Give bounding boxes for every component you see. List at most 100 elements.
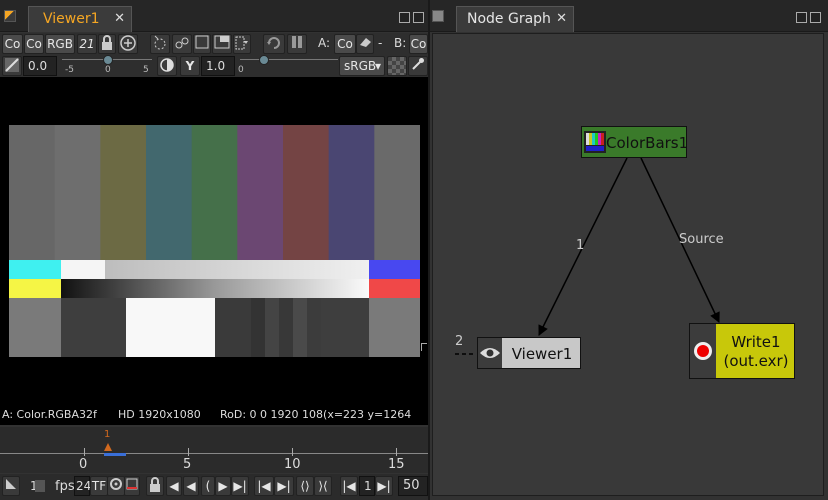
next-frame-icon[interactable]: ▶| xyxy=(375,476,393,496)
add-input-icon[interactable] xyxy=(118,34,138,54)
timeline-tick-15: 15 xyxy=(388,457,405,472)
maximize-pane-icon[interactable] xyxy=(810,12,821,23)
top-bar-8 xyxy=(374,125,420,260)
timeline-tick-5: 5 xyxy=(183,457,192,472)
frame-field[interactable]: 1 xyxy=(359,476,375,496)
loop-forward-icon[interactable]: ⟩⟨ xyxy=(314,476,332,496)
end-frame-field[interactable]: 50 xyxy=(398,476,428,496)
first-frame-icon[interactable] xyxy=(2,476,20,496)
previous-increment-icon[interactable]: |◀ xyxy=(254,476,274,496)
timeline[interactable]: 1 0 5 10 15 xyxy=(0,427,428,473)
fps-label: fps xyxy=(55,479,75,494)
pause-updates-icon[interactable] xyxy=(287,34,307,54)
frame-swatch-icon xyxy=(35,480,45,492)
gamma-slider-knob[interactable] xyxy=(259,55,269,65)
dash-label: - xyxy=(378,36,383,50)
viewer-input-number: 2 xyxy=(455,334,464,349)
lock-range-icon[interactable] xyxy=(146,476,164,496)
bottom-dark-1 xyxy=(61,298,126,357)
close-icon[interactable]: ✕ xyxy=(114,7,125,31)
maximize-pane-icon[interactable] xyxy=(413,12,424,23)
gamma-slider-track[interactable] xyxy=(240,59,338,60)
gain-field[interactable]: 0.0 xyxy=(23,56,57,76)
viewer-canvas[interactable] xyxy=(0,77,428,405)
node-graph-canvas[interactable]: 1 Source 2 ColorBars1 Viewer1 Write1 (ou… xyxy=(432,33,824,496)
float-pane-icon[interactable] xyxy=(399,12,410,23)
pane-menu-icon[interactable] xyxy=(4,10,16,22)
loop-back-icon[interactable]: ⟨⟩ xyxy=(296,476,314,496)
gamma-icon[interactable]: Y xyxy=(180,56,200,76)
roi-icon[interactable] xyxy=(150,34,170,54)
fps-field[interactable]: 24 xyxy=(74,476,91,496)
node-write1-filename: (out.exr) xyxy=(723,352,789,370)
float-pane-icon[interactable] xyxy=(796,12,807,23)
input-a-dropdown[interactable]: Co xyxy=(334,34,356,54)
top-bar-2 xyxy=(100,125,147,260)
timecode-toggle[interactable]: TF xyxy=(90,476,108,496)
colorbars-icon xyxy=(584,131,606,153)
proxy-icon[interactable] xyxy=(212,34,232,54)
node-graph-pane: Node Graph ✕ 1 Source 2 ColorBars1 Viewe… xyxy=(430,0,828,500)
image-corner-handle[interactable] xyxy=(421,343,427,351)
proxy-level-dropdown[interactable] xyxy=(233,34,251,54)
turbo-icon[interactable] xyxy=(107,476,125,496)
pluge-3 xyxy=(279,298,293,357)
layer-info: A: Color.RGBA32f xyxy=(2,408,97,421)
gain-tick-0: 0 xyxy=(105,65,111,75)
timeline-tick-mark-0 xyxy=(84,448,85,456)
node-viewer1-label: Viewer1 xyxy=(511,345,573,363)
gamma-field[interactable]: 1.0 xyxy=(201,56,235,76)
format-info: HD 1920x1080 xyxy=(118,408,201,421)
color-picker-icon[interactable] xyxy=(408,56,428,76)
clip-to-project-icon[interactable] xyxy=(172,34,192,54)
grey-ramp-top xyxy=(105,260,369,279)
viewer-toolbar-row1: Co Co RGB 21 A: Co - B: Co xyxy=(0,33,428,55)
frame-range-field[interactable]: 21 xyxy=(77,34,97,54)
refresh-icon[interactable] xyxy=(263,34,285,54)
lock-icon[interactable] xyxy=(98,34,116,54)
alpha-channel-dropdown[interactable]: Co xyxy=(24,34,44,54)
layer-dropdown[interactable]: Co xyxy=(2,34,23,54)
tab-viewer1[interactable]: Viewer1 ✕ xyxy=(28,6,132,32)
play-forward-icon[interactable]: ▶ xyxy=(215,476,231,496)
tab-node-graph[interactable]: Node Graph ✕ xyxy=(456,6,574,32)
step-back-icon[interactable]: ( xyxy=(201,476,215,496)
input-b-dropdown[interactable]: Co xyxy=(409,34,428,54)
close-icon[interactable]: ✕ xyxy=(556,7,567,31)
last-frame-icon[interactable]: ▶| xyxy=(231,476,249,496)
play-backward-icon[interactable]: ◀ xyxy=(183,476,199,496)
eraser-icon[interactable] xyxy=(356,34,374,54)
bottom-grey-left xyxy=(9,298,61,357)
playhead-icon[interactable] xyxy=(104,443,112,451)
pluge-1 xyxy=(251,298,265,357)
region-of-interest-icon[interactable] xyxy=(193,34,211,54)
gain-icon[interactable] xyxy=(2,56,22,76)
chevron-down-icon: ▾ xyxy=(374,59,381,73)
colorspace-value: sRGB xyxy=(344,59,377,73)
top-bar-3 xyxy=(146,125,193,260)
input-a-label: A: xyxy=(318,36,331,50)
top-bar-1 xyxy=(54,125,101,260)
gain-slider-knob[interactable] xyxy=(103,55,113,65)
previous-frame-icon[interactable]: |◀ xyxy=(340,476,358,496)
red-patch xyxy=(369,279,420,298)
edge-label-source: Source xyxy=(679,232,724,247)
bottom-white xyxy=(126,298,215,357)
auto-contrast-icon[interactable] xyxy=(157,56,177,76)
checkerboard-icon[interactable] xyxy=(387,56,407,76)
pane-menu-icon[interactable] xyxy=(432,10,444,22)
gain-tick-neg5: -5 xyxy=(65,65,74,75)
node-colorbars1[interactable]: ColorBars1 xyxy=(581,126,688,158)
colorspace-dropdown[interactable]: sRGB ▾ xyxy=(339,56,385,76)
display-channels-dropdown[interactable]: RGB xyxy=(45,34,75,54)
bottom-dark-3 xyxy=(321,298,369,357)
node-viewer1[interactable]: Viewer1 xyxy=(477,337,581,369)
playback-range-icon[interactable] xyxy=(124,476,140,496)
node-write1[interactable]: Write1 (out.exr) xyxy=(689,323,795,379)
bottom-dark-2 xyxy=(215,298,251,357)
next-increment-icon[interactable]: ▶| xyxy=(274,476,294,496)
luma-ramp xyxy=(61,279,369,298)
timeline-tick-10: 10 xyxy=(284,457,301,472)
previous-keyframe-icon[interactable]: ◀ xyxy=(166,476,182,496)
node-write1-label: Write1 xyxy=(731,333,781,351)
